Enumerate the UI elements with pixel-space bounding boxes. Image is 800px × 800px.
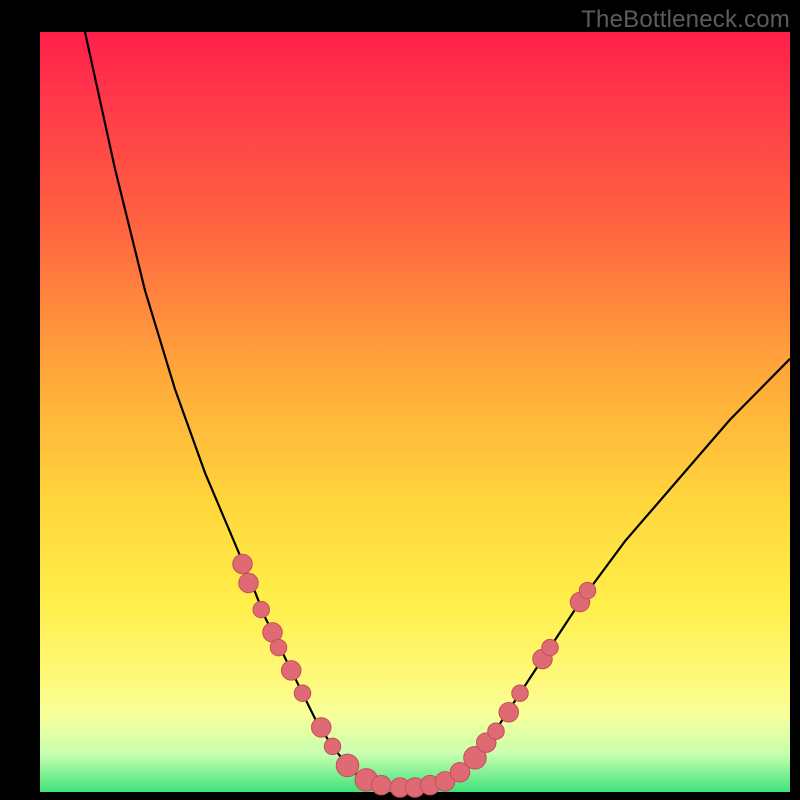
data-point <box>324 738 341 755</box>
data-point <box>512 685 529 702</box>
data-point <box>294 685 311 702</box>
data-point <box>372 775 392 795</box>
data-point <box>488 723 505 740</box>
data-point <box>499 702 519 722</box>
data-point <box>233 554 253 574</box>
data-point <box>253 601 270 618</box>
data-point <box>282 661 302 681</box>
bottleneck-curve <box>85 32 790 787</box>
chart-frame: TheBottleneck.com <box>0 0 800 800</box>
plot-area <box>40 32 790 792</box>
data-point <box>312 718 332 738</box>
data-point <box>270 639 287 656</box>
data-point <box>336 754 359 777</box>
data-point <box>239 573 259 593</box>
watermark-text: TheBottleneck.com <box>581 6 790 34</box>
chart-svg <box>40 32 790 792</box>
data-point <box>542 639 559 656</box>
data-point <box>579 582 596 599</box>
